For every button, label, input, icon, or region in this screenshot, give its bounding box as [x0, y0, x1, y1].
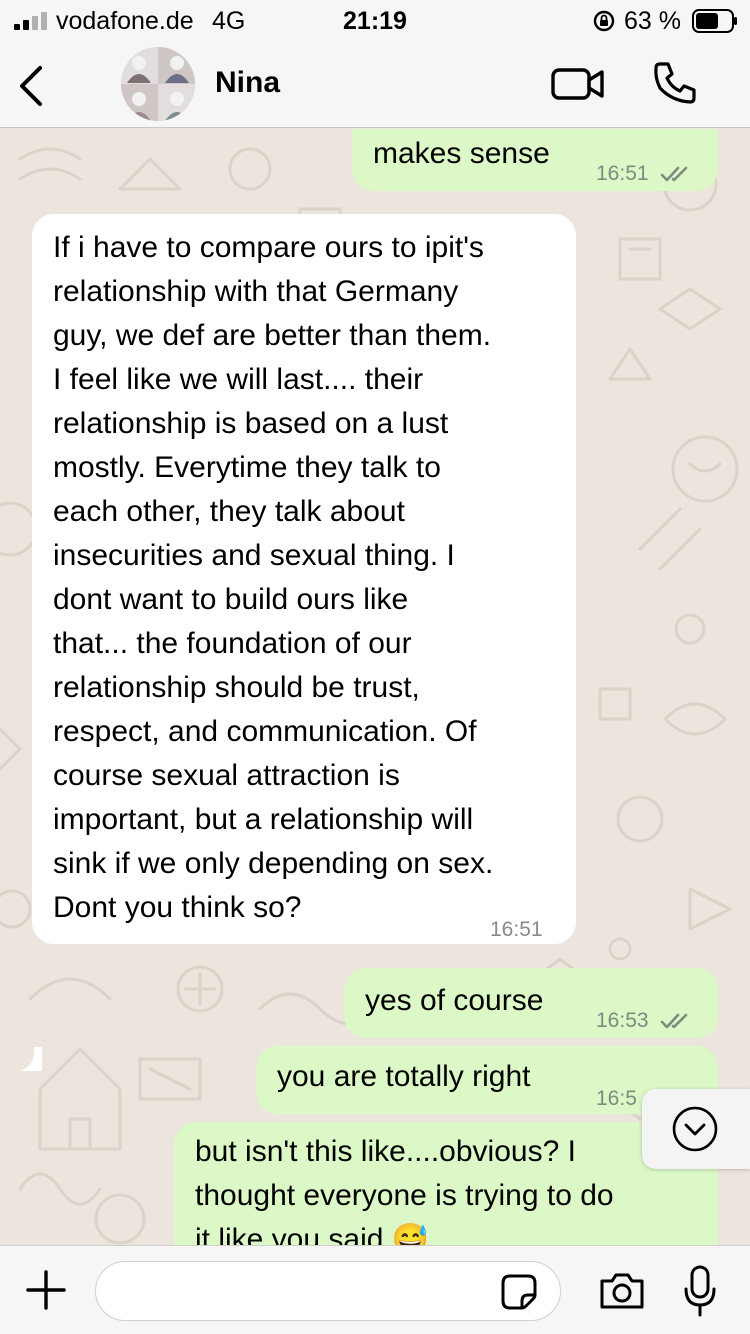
message-line: thought everyone is trying to do — [195, 1179, 614, 1212]
message-line: relationship with that Germany — [53, 275, 459, 308]
phone-call-icon[interactable] — [652, 60, 698, 106]
message-line: course sexual attraction is — [53, 759, 400, 792]
message-bubble-outgoing[interactable]: but isn't this like....obvious? I though… — [174, 1122, 718, 1245]
message-time: 16:51 — [490, 918, 543, 941]
bubble-tail — [20, 1047, 42, 1071]
message-line: sink if we only depending on sex. — [53, 847, 494, 880]
message-bubble-outgoing[interactable]: yes of course 16:53 — [344, 968, 718, 1038]
message-composer — [0, 1245, 750, 1334]
sticker-icon[interactable] — [500, 1273, 538, 1311]
message-line: it like you said 😅 — [195, 1223, 430, 1245]
message-line: insecurities and sexual thing. I — [53, 539, 455, 572]
message-time: 16:53 — [596, 1009, 649, 1032]
message-text-lines: but isn't this like....obvious? I though… — [195, 1130, 614, 1245]
message-line: respect, and communication. Of — [53, 715, 477, 748]
microphone-icon[interactable] — [684, 1265, 716, 1317]
read-receipt-icon — [661, 1014, 688, 1029]
contact-name[interactable]: Nina — [215, 66, 280, 100]
chat-area[interactable]: makes sense 16:51 If i have to compare o… — [0, 129, 750, 1245]
message-meta: 16:51 — [596, 152, 692, 196]
message-line: relationship is based on a lust — [53, 407, 449, 440]
message-text: makes sense — [373, 137, 550, 170]
message-line: If i have to compare ours to ipit's — [53, 231, 484, 264]
orientation-lock-icon — [593, 10, 615, 32]
whatsapp-chat-screen: vodafone.de 4G 21:19 63 % Nina makes sen… — [0, 0, 750, 1334]
message-time: 16:51 — [596, 162, 649, 185]
message-line: I feel like we will last.... their — [53, 363, 424, 396]
chat-header: Nina — [0, 44, 750, 128]
message-text-lines: If i have to compare ours to ipit's rela… — [53, 226, 493, 930]
message-line: important, but a relationship will — [53, 803, 474, 836]
message-line: guy, we def are better than them. — [53, 319, 492, 352]
message-line: Dont you think so? — [53, 891, 302, 924]
message-line: each other, they talk about — [53, 495, 405, 528]
battery-icon — [692, 9, 737, 33]
avatar-photo-icon — [121, 47, 195, 121]
message-line: relationship should be trust, — [53, 671, 420, 704]
status-bar: vodafone.de 4G 21:19 63 % — [0, 0, 750, 44]
battery-percentage: 63 % — [624, 7, 681, 35]
message-time: 16:5 — [596, 1087, 637, 1110]
contact-avatar[interactable] — [121, 47, 195, 121]
message-text: you are totally right — [277, 1060, 531, 1093]
camera-icon[interactable] — [598, 1271, 646, 1311]
scroll-to-bottom-button[interactable] — [642, 1089, 750, 1169]
video-call-icon[interactable] — [550, 64, 606, 104]
message-text: yes of course — [365, 984, 544, 1017]
message-bubble-outgoing[interactable]: makes sense 16:51 — [352, 129, 718, 191]
message-line: but isn't this like....obvious? I — [195, 1135, 576, 1168]
plus-attach-icon[interactable] — [26, 1270, 66, 1310]
message-line: mostly. Everytime they talk to — [53, 451, 441, 484]
chevron-down-circle-icon — [672, 1106, 718, 1152]
message-bubble-incoming[interactable]: If i have to compare ours to ipit's rela… — [32, 214, 576, 944]
back-chevron-icon[interactable] — [14, 62, 48, 110]
message-line: that... the foundation of our — [53, 627, 412, 660]
read-receipt-icon — [661, 167, 688, 182]
message-meta: 16:53 — [596, 999, 692, 1043]
message-line: dont want to build ours like — [53, 583, 409, 616]
message-input[interactable] — [95, 1261, 561, 1321]
